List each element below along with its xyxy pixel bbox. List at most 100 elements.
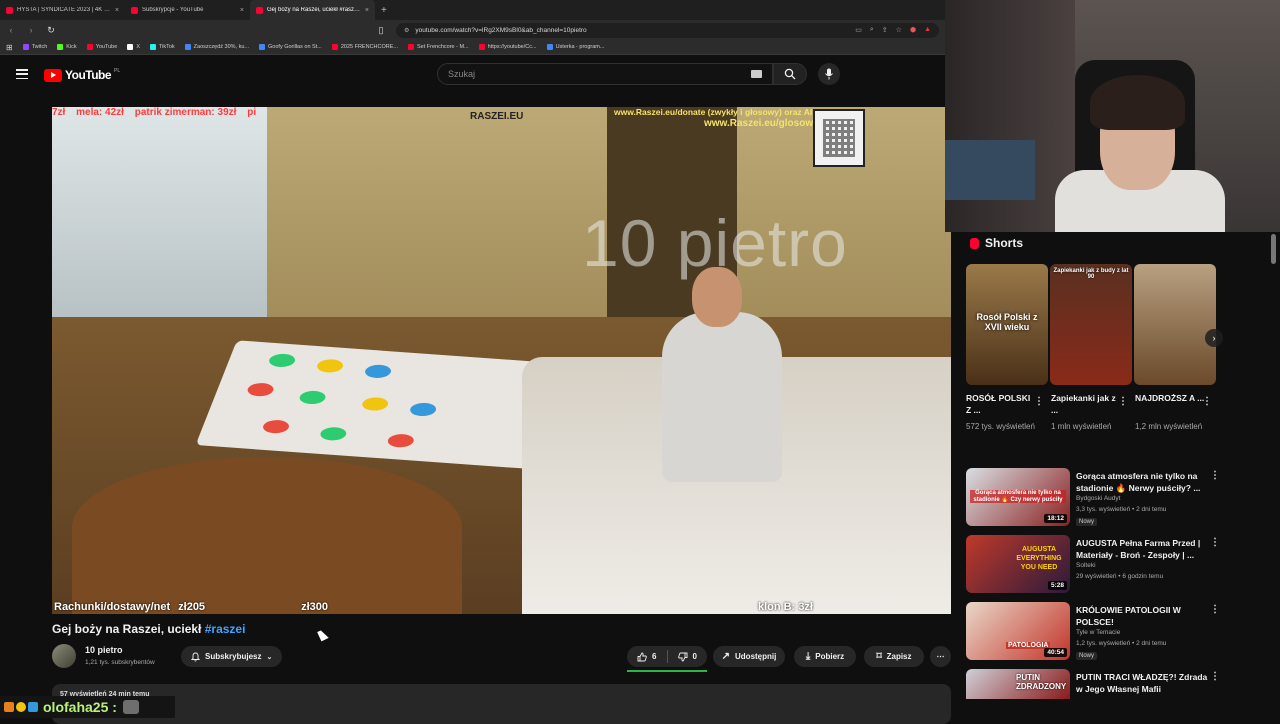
donation-entry: 7zł — [52, 107, 66, 118]
bookmark-item[interactable]: 2025 FRENCHCORE... — [331, 44, 398, 50]
like-button[interactable]: 6 — [627, 652, 667, 662]
short-title[interactable]: ROSÓŁ POLSKI Z ... — [966, 392, 1036, 416]
shorts-next-icon[interactable]: › — [1205, 329, 1223, 347]
url-field[interactable]: ⚙ youtube.com/watch?v=lRg2XM9sBl0&ab_cha… — [396, 22, 939, 38]
save-label: Zapisz — [886, 652, 912, 661]
video-thumbnail[interactable]: AUGUSTA EVERYTHING YOU NEED 5:28 — [966, 535, 1070, 593]
apps-icon[interactable]: ⊞ — [6, 43, 13, 52]
cast-icon[interactable]: ▭ — [855, 26, 862, 34]
overlay-amount: zł205 — [178, 600, 206, 613]
profile-icon[interactable]: ▲ — [924, 26, 931, 34]
tab-title: HYSTA | SYNDICATE 2023 | 4K - YouTube — [17, 7, 111, 13]
bookmark-item[interactable]: TikTok — [149, 44, 175, 50]
related-video-title: AUGUSTA Pełna Farma Przed | Materiały - … — [1076, 538, 1201, 560]
site-info-icon[interactable]: ⚙ — [404, 27, 409, 34]
save-button[interactable]: ⌑ Zapisz — [864, 646, 924, 667]
close-icon[interactable]: × — [365, 7, 369, 14]
shorts-icon — [970, 237, 979, 249]
overlay-brand: RASZEI.EU — [470, 111, 524, 122]
forward-icon[interactable]: › — [26, 25, 36, 35]
overlay-glosowe-url: www.Raszei.eu/glosowe — [704, 118, 819, 129]
bookmark-item[interactable]: Goofy Gorillas on St... — [259, 44, 322, 50]
short-title[interactable]: Zapiekanki jak z ... — [1051, 392, 1121, 416]
short-menu-icon[interactable]: ⋮ — [1034, 396, 1044, 407]
donation-entry: mela: 42zł — [76, 107, 124, 118]
related-video-channel[interactable]: Solteki — [1076, 562, 1096, 569]
bookmark-item[interactable]: Usterka - program... — [546, 44, 604, 50]
related-video-title: PUTIN TRACI WŁADZĘ?! Zdrada w Jego Własn… — [1076, 672, 1208, 694]
reload-icon[interactable]: ↻ — [46, 25, 56, 36]
related-video[interactable]: PUTIN ZDRADZONY PUTIN TRACI WŁADZĘ?! Zdr… — [966, 669, 1266, 699]
search-input[interactable]: Szukaj — [437, 63, 773, 85]
related-video-channel[interactable]: Bydgoski Audyt — [1076, 495, 1120, 502]
bookmark-item[interactable]: Set Frenchcore - M... — [407, 44, 469, 50]
close-icon[interactable]: × — [115, 7, 119, 14]
star-icon[interactable]: ☆ — [896, 26, 902, 34]
short-title[interactable]: NAJDROŻSZ A ... — [1135, 392, 1205, 404]
related-video[interactable]: Gorąca atmosfera nie tylko na stadionie … — [966, 468, 1266, 528]
youtube-logo[interactable]: YouTube PL — [44, 68, 120, 82]
channel-name[interactable]: 10 pietro — [85, 645, 123, 655]
short-views: 572 tys. wyświetleń — [966, 422, 1035, 431]
video-menu-icon[interactable]: ⋮ — [1210, 671, 1220, 682]
browser-tab[interactable]: Subskrypcje - YouTube × — [125, 0, 250, 20]
keyboard-icon[interactable] — [751, 70, 762, 78]
related-video[interactable]: AUGUSTA EVERYTHING YOU NEED 5:28 AUGUSTA… — [966, 535, 1266, 595]
short-menu-icon[interactable]: ⋮ — [1202, 396, 1212, 407]
bookmark-item[interactable]: X — [127, 44, 140, 50]
bookmark-item[interactable]: YouTube — [86, 44, 118, 50]
description-box[interactable] — [52, 684, 951, 724]
short-thumbnail[interactable] — [1134, 264, 1216, 385]
sidebar-scrollbar[interactable] — [1271, 234, 1276, 264]
short-menu-icon[interactable]: ⋮ — [1118, 396, 1128, 407]
video-thumbnail[interactable]: PATOLOGIA 40:54 — [966, 602, 1070, 660]
voice-search-button[interactable] — [818, 63, 840, 85]
share-icon[interactable]: ⇪ — [882, 26, 888, 34]
chat-message: olofaha25 : — [0, 696, 175, 718]
browser-tab-active[interactable]: Gej boży na Raszei, uciekł #raszei - You… — [250, 0, 375, 20]
overlay-bottom-bar: Rachunki/dostawy/net zł205 zł300 klon B:… — [52, 599, 951, 614]
bookmark-label: YouTube — [95, 44, 118, 50]
search-icon — [784, 68, 796, 80]
short-thumbnail[interactable]: Rosół Polski z XVII wieku — [966, 264, 1048, 385]
bookmark-label: X — [136, 44, 140, 50]
share-button[interactable]: ↗ Udostępnij — [713, 646, 785, 667]
new-tab-button[interactable]: + — [381, 5, 387, 16]
subscribe-button[interactable]: Subskrybujesz ⌄ — [181, 646, 283, 667]
thumbs-up-icon — [637, 652, 647, 661]
related-video-meta: 1,2 tys. wyświetleń • 2 dni temu — [1076, 640, 1167, 647]
bookmark-item[interactable]: Twitch — [22, 44, 47, 50]
chat-username: olofaha25 : — [43, 699, 117, 715]
bookmark-favicon-icon — [86, 44, 93, 50]
channel-avatar[interactable] — [52, 644, 76, 668]
channel-watermark: 10 pietro — [582, 206, 848, 280]
dislike-button[interactable]: 0 — [668, 652, 708, 662]
related-video-channel[interactable]: Tyle w Temacie — [1076, 629, 1120, 636]
bookmark-item[interactable]: Kick — [57, 44, 77, 50]
more-actions-button[interactable]: ⋯ — [930, 646, 951, 667]
video-menu-icon[interactable]: ⋮ — [1210, 604, 1220, 615]
bookmark-item[interactable]: Zaoszczędź 30%, ku... — [184, 44, 250, 50]
video-player[interactable]: 7zł mela: 42zł patrik zimerman: 39zł pi … — [52, 107, 951, 614]
bookmark-item[interactable]: https://youtube/Cc... — [478, 44, 537, 50]
webcam-feed — [945, 0, 1280, 232]
bookmark-star-icon[interactable]: ▯ — [376, 25, 386, 36]
hashtag-link[interactable]: #raszei — [205, 622, 246, 636]
zoom-icon[interactable]: ⌕ — [870, 26, 874, 34]
video-thumbnail[interactable]: Gorąca atmosfera nie tylko na stadionie … — [966, 468, 1070, 526]
extension-icon[interactable]: ⬢ — [910, 26, 916, 34]
video-menu-icon[interactable]: ⋮ — [1210, 537, 1220, 548]
close-icon[interactable]: × — [240, 7, 244, 14]
bookmark-label: Zaoszczędź 30%, ku... — [193, 44, 250, 50]
browser-tab[interactable]: HYSTA | SYNDICATE 2023 | 4K - YouTube × — [0, 0, 125, 20]
short-thumbnail[interactable]: Zapiekanki jak z budy z lat 90 — [1050, 264, 1132, 385]
download-button[interactable]: ⤓ Pobierz — [794, 646, 856, 667]
back-icon[interactable]: ‹ — [6, 25, 16, 35]
search-button[interactable] — [773, 63, 807, 85]
menu-icon[interactable] — [16, 69, 28, 79]
microphone-icon — [825, 68, 833, 80]
video-menu-icon[interactable]: ⋮ — [1210, 470, 1220, 481]
qr-code-icon — [813, 109, 865, 167]
related-video[interactable]: PATOLOGIA 40:54 KRÓLOWIE PATOLOGII W POL… — [966, 602, 1266, 662]
video-thumbnail[interactable]: PUTIN ZDRADZONY — [966, 669, 1070, 699]
